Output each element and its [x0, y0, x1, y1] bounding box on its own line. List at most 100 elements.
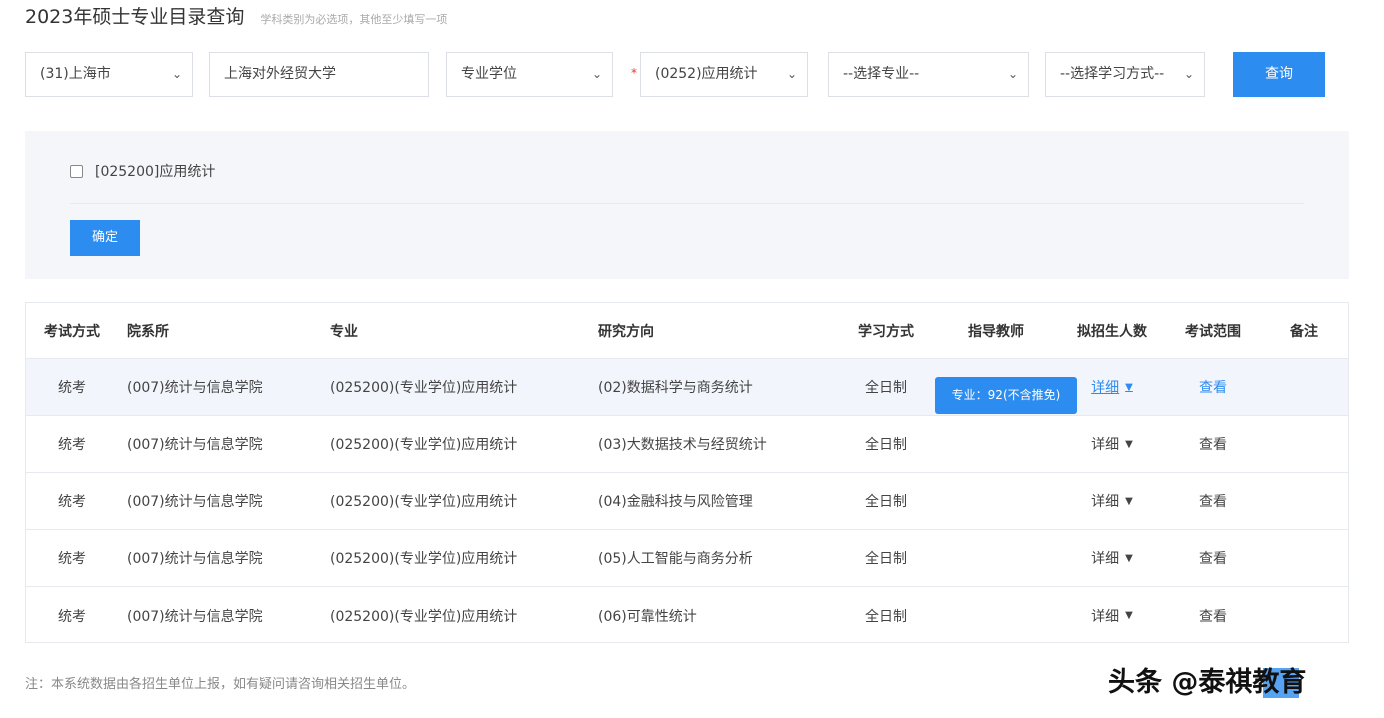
query-button[interactable]: 查询 [1233, 52, 1325, 97]
scope-label: 查看 [1199, 380, 1227, 396]
province-value: (31)上海市 [40, 66, 111, 82]
cell-major: (025200)(专业学位)应用统计 [330, 437, 518, 453]
major-option[interactable]: [025200]应用统计 [70, 161, 215, 181]
cell-dept: (007)统计与信息学院 [127, 551, 263, 567]
cell-exam: 统考 [58, 437, 86, 453]
discipline-value: (0252)应用统计 [655, 66, 758, 82]
detail-label: 详细 [1091, 380, 1120, 396]
table-row: 统考 (007)统计与信息学院 (025200)(专业学位)应用统计 (06)可… [26, 587, 1348, 644]
header-tutor: 指导教师 [968, 323, 1024, 340]
table-header: 考试方式 院系所 专业 研究方向 学习方式 指导教师 拟招生人数 考试范围 备注 [26, 303, 1348, 359]
scope-label: 查看 [1199, 608, 1227, 625]
detail-label: 详细 [1091, 494, 1120, 510]
scope-label: 查看 [1199, 494, 1227, 510]
school-value: 上海对外经贸大学 [224, 66, 336, 82]
major-select[interactable]: --选择专业-- ⌄ [828, 52, 1029, 97]
chevron-down-icon: ⌄ [786, 67, 797, 81]
major-placeholder: --选择专业-- [843, 66, 920, 82]
cell-tutor [946, 416, 1046, 472]
header-note: 备注 [1290, 323, 1318, 340]
table-row: 统考 (007)统计与信息学院 (025200)(专业学位)应用统计 (02)数… [26, 359, 1348, 416]
cell-note [1266, 587, 1342, 644]
cell-direction: (03)大数据技术与经贸统计 [598, 437, 767, 453]
header-direction: 研究方向 [598, 323, 654, 340]
cell-major: (025200)(专业学位)应用统计 [330, 608, 518, 625]
major-checkbox[interactable] [70, 164, 83, 178]
title-hint: 学科类别为必选项，其他至少填写一项 [260, 13, 448, 26]
quota-detail-link[interactable]: 详细 ▼ [1066, 473, 1158, 529]
cell-mode: 全日制 [865, 608, 907, 625]
divider [70, 203, 1304, 204]
table-row: 统考 (007)统计与信息学院 (025200)(专业学位)应用统计 (03)大… [26, 416, 1348, 473]
quota-tooltip: 专业：92(不含推免) [935, 377, 1077, 414]
chevron-down-icon: ⌄ [1183, 67, 1194, 81]
major-option-label: [025200]应用统计 [95, 164, 216, 180]
school-input[interactable]: 上海对外经贸大学 [209, 52, 429, 97]
cell-mode: 全日制 [865, 551, 907, 567]
cell-exam: 统考 [58, 551, 86, 567]
detail-label: 详细 [1091, 551, 1120, 567]
scope-link[interactable]: 查看 [1172, 587, 1254, 644]
triangle-down-icon: ▼ [1125, 381, 1133, 393]
discipline-select[interactable]: (0252)应用统计 ⌄ [640, 52, 808, 97]
cell-mode: 全日制 [865, 437, 907, 453]
scope-link[interactable]: 查看 [1172, 473, 1254, 529]
cell-direction: (02)数据科学与商务统计 [598, 380, 753, 396]
triangle-down-icon: ▼ [1125, 610, 1133, 621]
filter-bar: (31)上海市 ⌄ 上海对外经贸大学 专业学位 ⌄ * (0252)应用统计 ⌄… [25, 52, 1325, 98]
page-title: 2023年硕士专业目录查询 [25, 6, 245, 28]
cell-dept: (007)统计与信息学院 [127, 380, 263, 396]
scope-link[interactable]: 查看 [1172, 416, 1254, 472]
cell-exam: 统考 [58, 380, 86, 396]
table-row: 统考 (007)统计与信息学院 (025200)(专业学位)应用统计 (04)金… [26, 473, 1348, 530]
cell-dept: (007)统计与信息学院 [127, 437, 263, 453]
table-row: 统考 (007)统计与信息学院 (025200)(专业学位)应用统计 (05)人… [26, 530, 1348, 587]
required-marker: * [631, 66, 637, 80]
triangle-down-icon: ▼ [1125, 495, 1133, 507]
cell-direction: (06)可靠性统计 [598, 608, 697, 625]
quota-detail-link[interactable]: 详细 ▼ [1066, 416, 1158, 472]
scope-label: 查看 [1199, 551, 1227, 567]
study-mode-select[interactable]: --选择学习方式-- ⌄ [1045, 52, 1205, 97]
cell-mode: 全日制 [865, 494, 907, 510]
detail-label: 详细 [1091, 437, 1120, 453]
detail-label: 详细 [1091, 608, 1120, 625]
cell-tutor [946, 530, 1046, 586]
cell-dept: (007)统计与信息学院 [127, 608, 263, 625]
chevron-down-icon: ⌄ [171, 67, 182, 81]
cell-mode: 全日制 [865, 380, 907, 396]
cell-major: (025200)(专业学位)应用统计 [330, 494, 518, 510]
header-dept: 院系所 [127, 323, 169, 340]
triangle-down-icon: ▼ [1125, 438, 1133, 450]
footer-note: 注：本系统数据由各招生单位上报，如有疑问请咨询相关招生单位。 [25, 677, 416, 692]
confirm-button[interactable]: 确定 [70, 220, 140, 256]
cell-note [1266, 473, 1342, 529]
title-row: 2023年硕士专业目录查询 学科类别为必选项，其他至少填写一项 [25, 2, 447, 30]
cell-tutor [946, 473, 1046, 529]
chevron-down-icon: ⌄ [1007, 67, 1018, 81]
cell-tutor [946, 587, 1046, 644]
cell-note [1266, 359, 1342, 415]
scope-label: 查看 [1199, 437, 1227, 453]
results-table: 考试方式 院系所 专业 研究方向 学习方式 指导教师 拟招生人数 考试范围 备注… [25, 302, 1349, 643]
scope-link[interactable]: 查看 [1172, 530, 1254, 586]
watermark: 头条 @泰祺教育 [1108, 667, 1307, 698]
cell-major: (025200)(专业学位)应用统计 [330, 551, 518, 567]
scope-link[interactable]: 查看 [1172, 359, 1254, 415]
cell-dept: (007)统计与信息学院 [127, 494, 263, 510]
cell-direction: (05)人工智能与商务分析 [598, 551, 753, 567]
quota-detail-link[interactable]: 详细 ▼ [1066, 587, 1158, 644]
quota-detail-link[interactable]: 详细 ▼ [1066, 530, 1158, 586]
header-quota: 拟招生人数 [1077, 323, 1147, 340]
quota-detail-link[interactable]: 详细 ▼ [1066, 359, 1158, 415]
province-select[interactable]: (31)上海市 ⌄ [25, 52, 193, 97]
major-panel: [025200]应用统计 确定 [25, 131, 1349, 279]
chevron-down-icon: ⌄ [591, 67, 602, 81]
header-exam: 考试方式 [44, 323, 100, 340]
cell-direction: (04)金融科技与风险管理 [598, 494, 753, 510]
degree-type-value: 专业学位 [461, 66, 517, 82]
cell-note [1266, 416, 1342, 472]
degree-type-select[interactable]: 专业学位 ⌄ [446, 52, 613, 97]
cell-major: (025200)(专业学位)应用统计 [330, 380, 518, 396]
header-major: 专业 [330, 323, 358, 340]
